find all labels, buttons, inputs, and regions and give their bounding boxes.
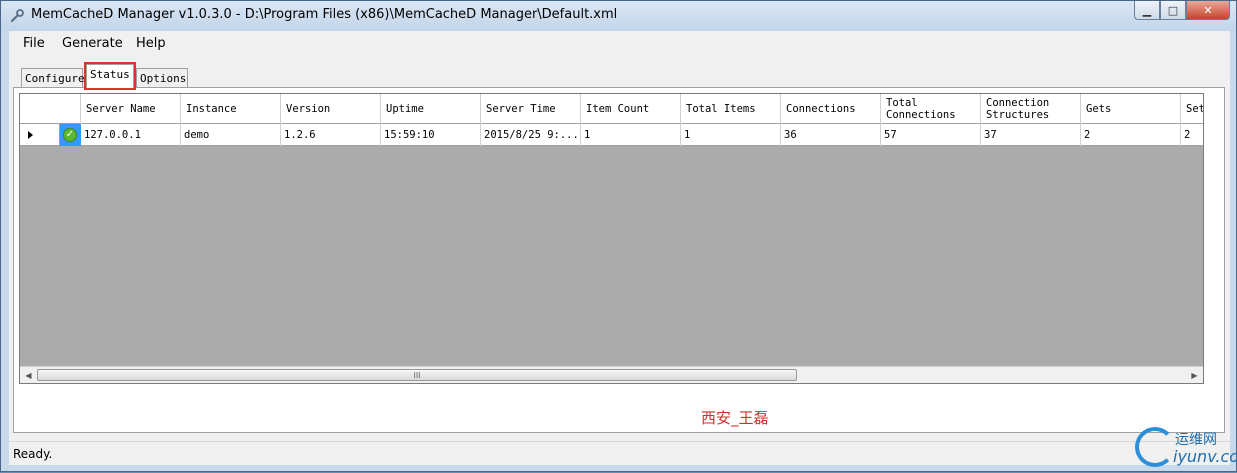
cell-server-name[interactable]: 127.0.0.1: [81, 124, 181, 146]
status-text: Ready.: [13, 447, 53, 461]
column-header-server-time[interactable]: Server Time: [481, 94, 581, 124]
title-bar[interactable]: MemCacheD Manager v1.0.3.0 - D:\Program …: [1, 1, 1236, 31]
current-row-arrow-icon: [28, 131, 33, 139]
menu-help[interactable]: Help: [136, 36, 166, 51]
scroll-right-arrow-icon[interactable]: ▶: [1186, 367, 1203, 383]
column-header-total-connections-line2: Connections: [886, 109, 956, 121]
column-header-uptime[interactable]: Uptime: [381, 94, 481, 124]
scroll-thumb[interactable]: III: [37, 369, 797, 381]
column-header-connection-structures-line1: Connection: [986, 97, 1050, 109]
column-header-total-items[interactable]: Total Items: [681, 94, 781, 124]
cell-connections[interactable]: 36: [781, 124, 881, 146]
tab-configure[interactable]: Configure: [21, 68, 85, 88]
column-header-connection-structures-line2: Structures: [986, 109, 1050, 121]
check-circle-icon: ✓: [63, 128, 77, 142]
caption-buttons: ▁ □ ✕: [1134, 1, 1230, 21]
menu-generate[interactable]: Generate: [62, 36, 123, 51]
menu-bar: File Generate Help: [9, 31, 1230, 56]
column-header-set[interactable]: Set: [1181, 94, 1203, 124]
column-header-total-connections[interactable]: Total Connections: [881, 94, 981, 124]
tab-options[interactable]: Options: [136, 68, 188, 88]
wrench-icon: [10, 9, 24, 23]
column-header-instance[interactable]: Instance: [181, 94, 281, 124]
minimize-button[interactable]: ▁: [1134, 1, 1160, 20]
status-grid[interactable]: Server Name Instance Version Uptime Serv…: [19, 93, 1204, 384]
grid-header: Server Name Instance Version Uptime Serv…: [20, 94, 1203, 124]
maximize-button[interactable]: □: [1160, 1, 1186, 20]
table-row[interactable]: ✓ 127.0.0.1 demo 1.2.6 15:59:10 2015/8/2…: [20, 124, 1203, 146]
column-header-connection-structures[interactable]: Connection Structures: [981, 94, 1081, 124]
column-header-server-name[interactable]: Server Name: [81, 94, 181, 124]
site-logo: 运维网 iyunv.com: [1131, 425, 1237, 473]
cell-gets[interactable]: 2: [1081, 124, 1181, 146]
scroll-left-arrow-icon[interactable]: ◀: [20, 367, 37, 383]
column-header-version[interactable]: Version: [281, 94, 381, 124]
close-button[interactable]: ✕: [1186, 1, 1230, 20]
header-corner: [20, 94, 81, 124]
logo-top-text: 运维网: [1175, 432, 1217, 448]
menu-file[interactable]: File: [23, 36, 45, 51]
window-title: MemCacheD Manager v1.0.3.0 - D:\Program …: [31, 7, 618, 22]
cell-server-time[interactable]: 2015/8/25 9:...: [481, 124, 581, 146]
cell-total-items[interactable]: 1: [681, 124, 781, 146]
column-header-connections[interactable]: Connections: [781, 94, 881, 124]
main-window: MemCacheD Manager v1.0.3.0 - D:\Program …: [0, 0, 1237, 472]
cell-connection-structures[interactable]: 37: [981, 124, 1081, 146]
author-watermark: 西安_王磊: [701, 409, 769, 427]
cell-set[interactable]: 2: [1181, 124, 1203, 146]
horizontal-scrollbar[interactable]: ◀ III ▶: [20, 366, 1203, 383]
cell-total-connections[interactable]: 57: [881, 124, 981, 146]
row-header[interactable]: [20, 124, 60, 145]
logo-bottom-text: iyunv.com: [1173, 447, 1237, 466]
column-header-total-connections-line1: Total: [886, 97, 918, 109]
status-bar: Ready.: [9, 441, 1230, 465]
logo-ring-icon: [1135, 427, 1175, 467]
client-area: File Generate Help Configure Status Opti…: [9, 31, 1230, 465]
tab-status[interactable]: Status: [84, 62, 136, 90]
cell-instance[interactable]: demo: [181, 124, 281, 146]
column-header-item-count[interactable]: Item Count: [581, 94, 681, 124]
cell-item-count[interactable]: 1: [581, 124, 681, 146]
column-header-gets[interactable]: Gets: [1081, 94, 1181, 124]
row-status-cell[interactable]: ✓: [60, 124, 81, 146]
cell-version[interactable]: 1.2.6: [281, 124, 381, 146]
status-tab-panel: Server Name Instance Version Uptime Serv…: [13, 87, 1225, 433]
cell-uptime[interactable]: 15:59:10: [381, 124, 481, 146]
